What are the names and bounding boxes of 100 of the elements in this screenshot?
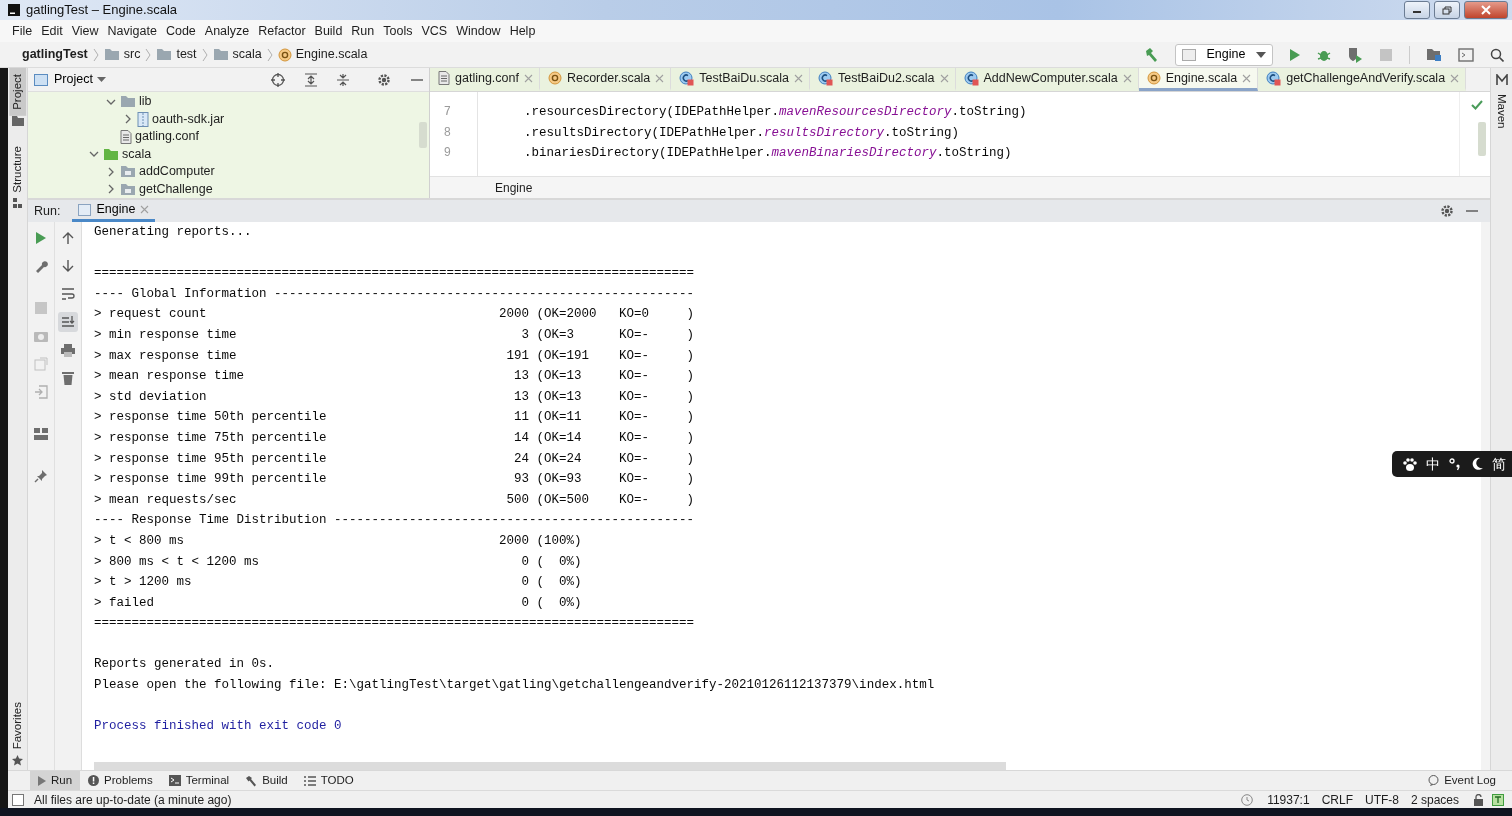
editor-tab[interactable]: TestBaiDu.scala: [671, 68, 810, 91]
tool-window-tab[interactable]: Structure: [8, 139, 27, 199]
menu-item[interactable]: Navigate: [107, 21, 163, 41]
checkbox-icon[interactable]: [12, 793, 24, 806]
ime-mode[interactable]: 中: [1426, 453, 1440, 475]
collapse-all-icon[interactable]: [337, 72, 349, 87]
close-button[interactable]: [1464, 1, 1508, 19]
console-line: > min response time 3 (OK=3 KO=- ): [94, 326, 695, 344]
breadcrumb-item[interactable]: test: [156, 45, 197, 64]
tree-item[interactable]: gatling.conf: [135, 127, 199, 147]
panel-icon: [34, 73, 48, 86]
shield-run-icon[interactable]: [1347, 46, 1363, 63]
class-icon: [1266, 70, 1282, 86]
scroll-to-end-button[interactable]: [58, 312, 79, 332]
editor-tab[interactable]: Engine.scala: [1138, 68, 1259, 91]
editor-tab[interactable]: gatling.conf: [430, 68, 540, 91]
status-item[interactable]: 11937:1: [1261, 790, 1316, 809]
status-item[interactable]: UTF-8: [1358, 790, 1405, 809]
checkmark-icon: [1471, 99, 1483, 110]
settings-icon[interactable]: [1440, 204, 1454, 218]
menu-item[interactable]: VCS: [421, 21, 454, 41]
down-arrow-icon: [62, 259, 75, 273]
menu-item[interactable]: File: [12, 21, 39, 41]
project-view-dropdown[interactable]: Project: [54, 70, 106, 89]
lock-icon[interactable]: [1473, 793, 1484, 806]
object-icon: [547, 71, 562, 85]
notifications-icon[interactable]: [1492, 793, 1504, 806]
punctuation-icon[interactable]: [1448, 457, 1462, 471]
run-configuration-dropdown[interactable]: Engine: [1175, 43, 1273, 66]
menu-item[interactable]: Refactor: [258, 21, 312, 41]
event-log-button[interactable]: Event Log: [1420, 770, 1504, 791]
folder-icon: [120, 95, 136, 109]
status-item[interactable]: 2 spaces: [1404, 790, 1465, 809]
search-icon[interactable]: [1490, 47, 1504, 62]
breadcrumb-item[interactable]: Engine: [495, 178, 533, 197]
editor-tab[interactable]: AddNewComputer.scala: [955, 68, 1139, 91]
export-icon: [34, 357, 49, 371]
tree-item[interactable]: scala: [122, 144, 152, 164]
editor-tab[interactable]: getChallengeAndVerify.scala: [1258, 68, 1467, 91]
menu-item[interactable]: View: [71, 21, 105, 41]
menu-item[interactable]: Code: [165, 21, 202, 41]
breadcrumb-item[interactable]: Engine.scala: [277, 45, 368, 64]
tool-window-button[interactable]: Build: [237, 770, 296, 791]
editor-tab[interactable]: Recorder.scala: [539, 68, 672, 91]
close-icon[interactable]: [1242, 73, 1252, 83]
crosshair-icon[interactable]: [271, 72, 285, 87]
restore-button[interactable]: [1434, 1, 1460, 19]
code-line: .resourcesDirectory(IDEPathHelper.mavenResourcesDirectory.toString): [523, 104, 1028, 121]
folder-grid-icon[interactable]: [1426, 47, 1442, 62]
console-line: > 800 ms < t < 1200 ms 0 ( 0%): [94, 553, 582, 571]
editor-tab[interactable]: TestBaiDu2.scala: [809, 68, 956, 91]
tree-item[interactable]: oauth-sdk.jar: [152, 109, 225, 129]
menu-item[interactable]: Tools: [383, 21, 419, 41]
status-item[interactable]: CRLF: [1315, 790, 1359, 809]
tool-window-button[interactable]: Terminal: [160, 770, 238, 791]
breadcrumb-item[interactable]: scala: [212, 45, 262, 64]
tree-item[interactable]: getChallenge: [139, 179, 213, 198]
run-icon[interactable]: [1289, 47, 1301, 62]
tool-window-tab[interactable]: Maven: [1493, 90, 1510, 133]
caret-icon: [1256, 51, 1266, 58]
settings-icon[interactable]: [377, 72, 391, 87]
menu-item[interactable]: Run: [351, 21, 381, 41]
folder-icon: [103, 147, 119, 161]
star-icon: [12, 755, 23, 766]
tree-item[interactable]: addComputer: [139, 162, 215, 182]
tree-item[interactable]: lib: [139, 92, 152, 112]
console-line: ---- Response Time Distribution ------------------------------------------------: [94, 512, 695, 530]
tool-window-tab[interactable]: Project: [8, 68, 27, 116]
window-icon[interactable]: [1458, 47, 1474, 62]
tool-window-button[interactable]: Problems: [80, 770, 161, 791]
soft-wrap-icon: [61, 288, 76, 300]
breadcrumb-item[interactable]: gatlingTest: [22, 45, 88, 64]
ime-mode[interactable]: 简: [1492, 453, 1506, 475]
menu-item[interactable]: Build: [314, 21, 349, 41]
breadcrumb-item[interactable]: src: [103, 45, 141, 64]
console-line: > response time 50th percentile 11 (OK=11 KO=- ): [94, 409, 695, 427]
minimize-button[interactable]: [1404, 1, 1430, 19]
breadcrumb-separator-icon: [200, 47, 209, 62]
breadcrumb-separator-icon: [91, 47, 100, 62]
hammer-icon: [245, 774, 258, 787]
tool-window-tab[interactable]: Favorites: [8, 695, 27, 755]
console-line: Reports generated in 0s.: [94, 656, 275, 674]
menu-item[interactable]: Analyze: [204, 21, 256, 41]
jar-file-icon: [137, 111, 149, 127]
paw-icon[interactable]: [1402, 456, 1418, 472]
console-line: Process finished with exit code 0: [94, 718, 342, 736]
caret-icon: [96, 77, 106, 82]
balloon-icon: [1428, 775, 1440, 786]
list-icon: [303, 775, 316, 786]
hammer-icon[interactable]: [1143, 46, 1159, 63]
menu-item[interactable]: Help: [509, 21, 542, 41]
tool-window-button[interactable]: Run: [30, 770, 81, 791]
menu-item[interactable]: Window: [456, 21, 507, 41]
class-icon: [963, 70, 979, 86]
tool-window-button[interactable]: TODO: [295, 770, 362, 791]
moon-icon[interactable]: [1470, 457, 1484, 471]
expand-all-icon[interactable]: [305, 72, 317, 87]
folder-icon: [120, 165, 136, 179]
menu-item[interactable]: Edit: [41, 21, 69, 41]
play-icon: [38, 775, 46, 786]
